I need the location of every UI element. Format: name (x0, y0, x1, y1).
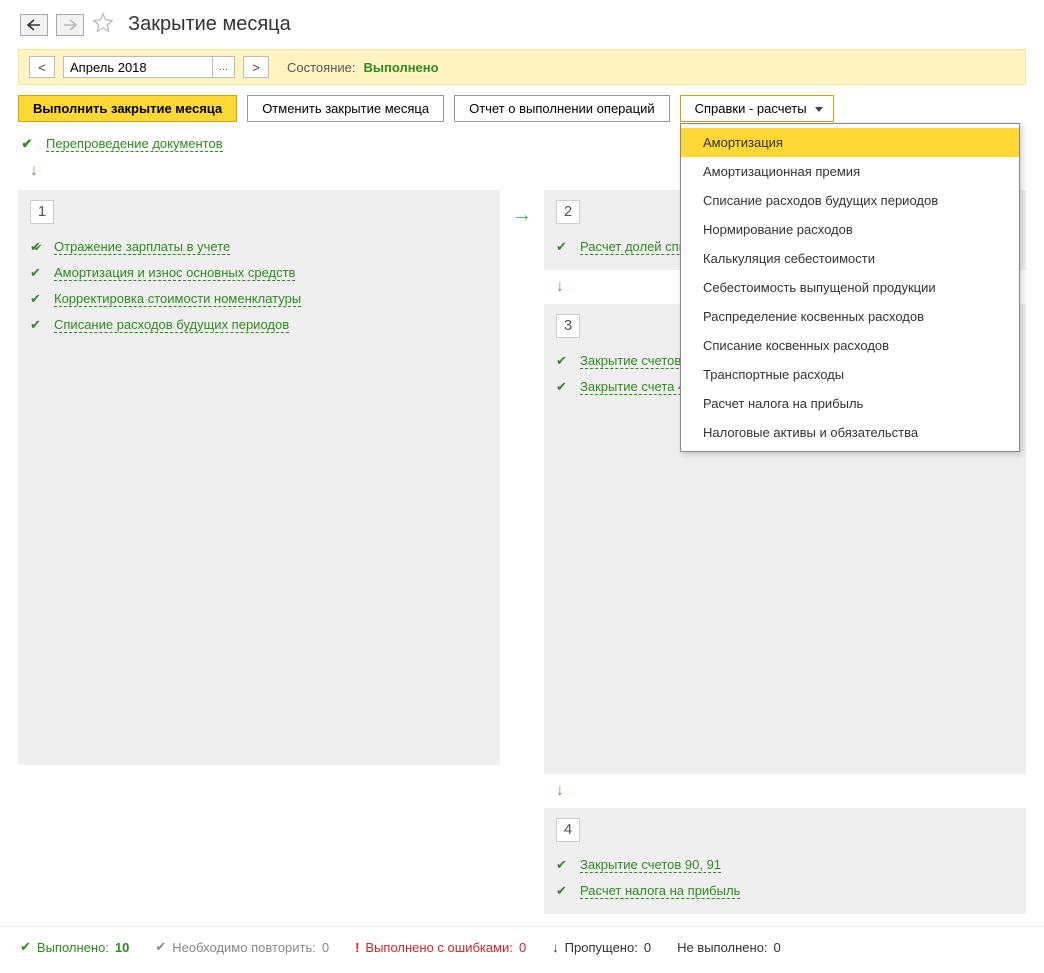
footer-repeat: ✔ Необходимо повторить: 0 (155, 939, 329, 955)
step-number: 4 (556, 818, 580, 842)
check-done-icon: ✔✔ (30, 239, 44, 255)
star-icon[interactable] (92, 12, 114, 37)
op-row: ✔ Амортизация и износ основных средств (30, 260, 488, 286)
check-icon: ✔ (556, 353, 570, 369)
op-row: ✔ Закрытие счетов 90, 91 (556, 852, 1014, 878)
footer-skipped: ↓ Пропущено: 0 (552, 940, 651, 955)
report-button[interactable]: Отчет о выполнении операций (454, 95, 670, 122)
status-footer: ✔ Выполнено: 10 ✔ Необходимо повторить: … (0, 926, 1044, 965)
dropdown-item[interactable]: Калькуляция себестоимости (681, 244, 1019, 273)
op-link[interactable]: Корректировка стоимости номенклатуры (54, 291, 301, 307)
op-row: ✔ Корректировка стоимости номенклатуры (30, 286, 488, 312)
column-left: 1 ✔✔ Отражение зарплаты в учете ✔ Аморти… (18, 190, 500, 765)
prestep-link[interactable]: Перепроведение документов (46, 136, 223, 152)
arrow-down-icon: ↓ (552, 940, 559, 955)
dropdown-item[interactable]: Налоговые активы и обязательства (681, 418, 1019, 447)
dropdown-item[interactable]: Себестоимость выпущеной продукции (681, 273, 1019, 302)
toolbar: Выполнить закрытие месяца Отменить закры… (18, 95, 1026, 122)
period-picker-button[interactable]: ... (213, 56, 235, 78)
dropdown-item[interactable]: Расчет налога на прибыль (681, 389, 1019, 418)
arrow-between-columns: → (512, 190, 532, 227)
step-block-4: 4 ✔ Закрытие счетов 90, 91 ✔ Расчет нало… (544, 808, 1026, 914)
dropdown-item[interactable]: Транспортные расходы (681, 360, 1019, 389)
arrow-right-icon (63, 19, 77, 31)
op-row: ✔ Расчет налога на прибыль (556, 878, 1014, 904)
back-button[interactable] (20, 14, 48, 36)
dropdown-item[interactable]: Амортизация (681, 128, 1019, 157)
warning-icon: ! (355, 940, 359, 955)
check-icon: ✔ (30, 265, 44, 281)
step-number: 2 (556, 200, 580, 224)
period-input[interactable] (63, 56, 213, 78)
op-link[interactable]: Амортизация и износ основных средств (54, 265, 295, 281)
footer-errors: ! Выполнено с ошибками: 0 (355, 940, 526, 955)
step-number: 3 (556, 314, 580, 338)
op-link[interactable]: Отражение зарплаты в учете (54, 239, 230, 255)
check-icon: ✔ (556, 379, 570, 395)
page-title: Закрытие месяца (128, 13, 291, 36)
period-bar: < ... > Состояние: Выполнено (18, 49, 1026, 85)
check-icon: ✔ (20, 939, 31, 955)
step-number: 1 (30, 200, 54, 224)
cancel-button[interactable]: Отменить закрытие месяца (247, 95, 444, 122)
dropdown-item[interactable]: Списание расходов будущих периодов (681, 186, 1019, 215)
dropdown-item[interactable]: Нормирование расходов (681, 215, 1019, 244)
check-icon: ✔ (556, 239, 570, 255)
check-icon: ✔ (30, 317, 44, 333)
dropdown-item[interactable]: Амортизационная премия (681, 157, 1019, 186)
period-prev-button[interactable]: < (29, 56, 55, 78)
footer-notdone: Не выполнено: 0 (677, 940, 781, 955)
step-block-1: 1 ✔✔ Отражение зарплаты в учете ✔ Аморти… (18, 190, 500, 765)
arrow-left-icon (27, 19, 41, 31)
arrow-down-icon: ↓ (556, 782, 1026, 800)
op-link[interactable]: Расчет налога на прибыль (580, 883, 740, 899)
check-icon: ✔ (556, 883, 570, 899)
op-link[interactable]: Закрытие счетов 90, 91 (580, 857, 721, 873)
reports-dropdown-button[interactable]: Справки - расчеты (680, 95, 834, 122)
check-icon: ✔ (556, 857, 570, 873)
op-row: ✔ Списание расходов будущих периодов (30, 312, 488, 338)
page-header: Закрытие месяца (0, 0, 1044, 45)
footer-done: ✔ Выполнено: 10 (20, 939, 129, 955)
forward-button[interactable] (56, 14, 84, 36)
dropdown-item[interactable]: Распределение косвенных расходов (681, 302, 1019, 331)
arrow-right-icon: → (512, 204, 532, 227)
check-icon: ✔ (30, 291, 44, 307)
check-icon: ✔ (18, 136, 36, 152)
dropdown-item[interactable]: Списание косвенных расходов (681, 331, 1019, 360)
check-icon: ✔ (155, 939, 166, 955)
state-label: Состояние: (287, 60, 355, 75)
execute-button[interactable]: Выполнить закрытие месяца (18, 95, 237, 122)
period-next-button[interactable]: > (243, 56, 269, 78)
op-link[interactable]: Списание расходов будущих периодов (54, 317, 289, 333)
reports-dropdown-menu: Амортизация Амортизационная премия Списа… (680, 123, 1020, 452)
op-row: ✔✔ Отражение зарплаты в учете (30, 234, 488, 260)
state-value: Выполнено (363, 60, 438, 75)
